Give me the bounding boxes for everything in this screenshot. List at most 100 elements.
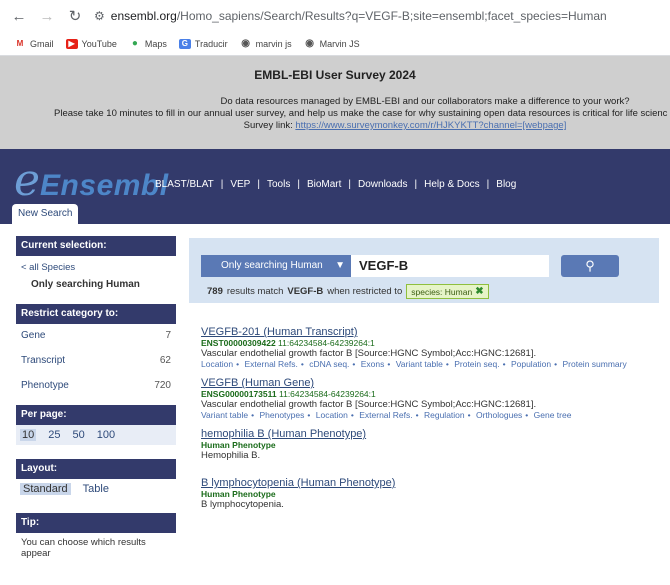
all-species-link[interactable]: < all Species bbox=[21, 262, 171, 273]
per-page-10[interactable]: 10 bbox=[20, 429, 37, 441]
survey-link[interactable]: https://www.surveymonkey.com/r/HJKYKTT?c… bbox=[295, 120, 566, 131]
bookmark-label: Maps bbox=[144, 38, 167, 49]
result-description: Hemophilia B. bbox=[201, 450, 261, 461]
result-title[interactable]: VEGFB-201 (Human Transcript) bbox=[201, 326, 661, 338]
survey-link-prefix: Survey link: bbox=[243, 120, 296, 131]
current-selection-panel: < all Species Only searching Human bbox=[16, 256, 176, 296]
result-count-term: VEGF-B bbox=[287, 286, 324, 297]
forward-arrow-icon[interactable]: → bbox=[36, 5, 58, 27]
result-id: ENST00000309422 bbox=[201, 338, 276, 348]
current-species: Only searching Human bbox=[31, 279, 140, 290]
result-type: Human Phenotype bbox=[201, 489, 276, 499]
category-phenotype[interactable]: Phenotype 720 bbox=[21, 378, 171, 393]
bookmark-gmail[interactable]: M Gmail bbox=[14, 39, 54, 49]
category-gene[interactable]: Gene 7 bbox=[21, 328, 171, 343]
nav-vep[interactable]: VEP bbox=[230, 179, 250, 190]
logo-text: Ensembl bbox=[40, 169, 169, 202]
bookmark-label: Traducir bbox=[194, 38, 228, 49]
result-link[interactable]: Exons bbox=[361, 359, 385, 369]
result-link[interactable]: Protein seq. bbox=[454, 359, 499, 369]
restrict-category-heading: Restrict category to: bbox=[16, 304, 176, 324]
category-transcript[interactable]: Transcript 62 bbox=[21, 353, 171, 368]
search-panel: Only searching Human ▼ VEGF-B ⚲ 789 resu… bbox=[189, 238, 659, 303]
result-link[interactable]: Gene tree bbox=[534, 410, 572, 420]
tip-heading: Tip: bbox=[16, 513, 176, 533]
per-page-options: 10 25 50 100 bbox=[16, 425, 176, 445]
bookmarks-bar: M Gmail ▶ YouTube ● Maps G Traducir ◉ ma… bbox=[0, 32, 670, 56]
category-count: 7 bbox=[165, 330, 171, 341]
per-page-50[interactable]: 50 bbox=[73, 429, 85, 441]
maps-icon: ● bbox=[131, 38, 138, 49]
address-bar[interactable]: ⚙ ensembl.org/Homo_sapiens/Search/Result… bbox=[92, 9, 670, 23]
current-selection-heading: Current selection: bbox=[16, 236, 176, 256]
result-link[interactable]: Regulation bbox=[424, 410, 465, 420]
site-info-icon[interactable]: ⚙ bbox=[94, 9, 105, 23]
bookmark-label: Gmail bbox=[30, 38, 54, 49]
result-link[interactable]: External Refs. bbox=[359, 410, 412, 420]
survey-link-line: Survey link: https://www.surveymonkey.co… bbox=[0, 120, 670, 132]
reload-icon[interactable]: ↻ bbox=[64, 5, 86, 27]
result-item: VEGFB (Human Gene) ENSG00000173511 11:64… bbox=[201, 377, 661, 420]
tip-text: You can choose which results appear bbox=[21, 537, 146, 559]
nav-help-docs[interactable]: Help & Docs bbox=[424, 179, 480, 190]
nav-separator: | bbox=[297, 179, 300, 190]
nav-downloads[interactable]: Downloads bbox=[358, 179, 407, 190]
nav-separator: | bbox=[414, 179, 418, 190]
result-location: 11:64234584-64239264:1 bbox=[278, 338, 375, 348]
bookmark-maps[interactable]: ● Maps bbox=[129, 38, 167, 49]
result-count-line: 789 results match VEGF-B when restricted… bbox=[207, 284, 489, 299]
result-link[interactable]: Phenotypes bbox=[259, 410, 304, 420]
bookmark-marvin-js[interactable]: ◉ marvin js bbox=[240, 38, 291, 49]
result-description: Vascular endothelial growth factor B [So… bbox=[201, 348, 537, 359]
result-link[interactable]: Protein summary bbox=[562, 359, 626, 369]
layout-table[interactable]: Table bbox=[83, 483, 109, 495]
result-link[interactable]: Variant table bbox=[201, 410, 248, 420]
survey-line-1: Do data resources managed by EMBL-EBI an… bbox=[220, 96, 630, 107]
back-arrow-icon[interactable]: ← bbox=[8, 5, 30, 27]
globe-icon: ◉ bbox=[305, 38, 314, 49]
result-link[interactable]: Location bbox=[201, 359, 233, 369]
result-link[interactable]: External Refs. bbox=[245, 359, 298, 369]
bookmark-traducir[interactable]: G Traducir bbox=[178, 38, 228, 49]
bookmark-youtube[interactable]: ▶ YouTube bbox=[65, 38, 117, 49]
translate-icon: G bbox=[178, 38, 191, 49]
result-link[interactable]: Orthologues bbox=[476, 410, 522, 420]
result-id-line: ENST00000309422 11:64234584-64239264:1 bbox=[201, 338, 661, 348]
nav-biomart[interactable]: BioMart bbox=[307, 179, 341, 190]
search-button[interactable]: ⚲ bbox=[561, 255, 619, 277]
species-facet-badge[interactable]: species: Human ✖ bbox=[406, 284, 489, 299]
result-count-suffix: when restricted to bbox=[327, 286, 403, 297]
per-page-100[interactable]: 100 bbox=[97, 429, 115, 441]
result-description: B lymphocytopenia. bbox=[201, 499, 284, 510]
result-link[interactable]: Variant table bbox=[396, 359, 443, 369]
ensembl-logo[interactable]: e Ensembl bbox=[14, 159, 169, 203]
survey-banner: EMBL-EBI User Survey 2024 Do data resour… bbox=[0, 56, 670, 149]
result-title[interactable]: B lymphocytopenia (Human Phenotype) bbox=[201, 477, 661, 489]
search-input[interactable]: VEGF-B bbox=[351, 255, 549, 277]
nav-blog[interactable]: Blog bbox=[496, 179, 516, 190]
survey-line-2: Please take 10 minutes to fill in our an… bbox=[54, 108, 668, 119]
result-link[interactable]: cDNA seq. bbox=[309, 359, 349, 369]
species-scope-dropdown[interactable]: Only searching Human ▼ bbox=[201, 255, 351, 277]
remove-facet-icon[interactable]: ✖ bbox=[475, 286, 483, 297]
bookmark-label: Marvin JS bbox=[319, 38, 360, 49]
per-page-25[interactable]: 25 bbox=[48, 429, 60, 441]
per-page-heading: Per page: bbox=[16, 405, 176, 425]
globe-icon: ◉ bbox=[241, 38, 250, 49]
tab-new-search[interactable]: New Search bbox=[12, 204, 79, 224]
survey-title: EMBL-EBI User Survey 2024 bbox=[254, 68, 416, 82]
nav-blast[interactable]: BLAST/BLAT bbox=[155, 179, 214, 190]
result-count: 789 bbox=[207, 286, 223, 297]
nav-separator: | bbox=[220, 179, 224, 190]
result-link[interactable]: Population bbox=[511, 359, 551, 369]
result-title[interactable]: hemophilia B (Human Phenotype) bbox=[201, 428, 661, 440]
result-title[interactable]: VEGFB (Human Gene) bbox=[201, 377, 661, 389]
layout-standard[interactable]: Standard bbox=[20, 483, 71, 495]
bookmark-label: YouTube bbox=[81, 38, 117, 49]
bookmark-marvin-js-2[interactable]: ◉ Marvin JS bbox=[304, 38, 360, 49]
result-item: VEGFB-201 (Human Transcript) ENST0000030… bbox=[201, 326, 661, 369]
results-list: VEGFB-201 (Human Transcript) ENST0000030… bbox=[201, 326, 661, 526]
nav-separator: | bbox=[486, 179, 490, 190]
nav-tools[interactable]: Tools bbox=[267, 179, 290, 190]
result-link[interactable]: Location bbox=[316, 410, 348, 420]
